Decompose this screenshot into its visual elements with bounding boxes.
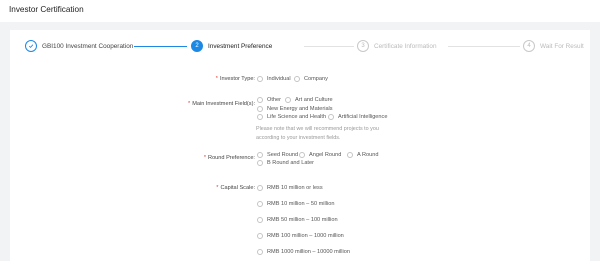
field-life-science[interactable]: Life Science and Health [257, 114, 326, 120]
step-3-number: 3 [357, 40, 369, 52]
radio-icon[interactable] [285, 97, 291, 103]
fields-note: Please note that we will recommend proje… [256, 126, 379, 141]
capital-10m-or-less[interactable]: RMB 10 million or less [257, 185, 323, 191]
radio-icon[interactable] [257, 97, 263, 103]
round-seed[interactable]: Seed Round [257, 152, 298, 158]
radio-icon[interactable] [257, 152, 263, 158]
required-mark: * [215, 76, 218, 82]
step-connector-1 [134, 46, 187, 47]
step-2-number: 2 [191, 40, 203, 52]
round-preference-label: * Round Preference: [203, 155, 255, 161]
radio-icon[interactable] [347, 152, 353, 158]
step-2-label: Investment Preference [208, 42, 273, 50]
required-mark: * [216, 185, 219, 191]
step-1-label: GBI100 Investment Cooperation [42, 42, 134, 50]
step-3: 3 Certificate Information [357, 39, 437, 53]
round-b-later[interactable]: B Round and Later [257, 160, 314, 166]
radio-icon[interactable] [257, 160, 263, 166]
radio-icon[interactable] [257, 217, 263, 223]
investor-type-label: * Investor Type: [215, 76, 255, 82]
radio-icon[interactable] [257, 185, 263, 191]
field-new-energy[interactable]: New Energy and Materials [257, 106, 333, 112]
step-4-label: Wait For Result [540, 42, 584, 50]
required-mark: * [203, 155, 207, 161]
form-card: GBI100 Investment Cooperation 2 Investme… [10, 30, 590, 261]
field-art-culture[interactable]: Art and Culture [285, 97, 333, 103]
capital-scale-label: * Capital Scale: [216, 185, 255, 191]
step-connector-2 [304, 46, 354, 47]
radio-icon[interactable] [257, 106, 263, 112]
field-ai[interactable]: Artificial Intelligence [328, 114, 387, 120]
radio-icon[interactable] [257, 249, 263, 255]
step-3-label: Certificate Information [374, 42, 437, 50]
step-connector-3 [448, 46, 520, 47]
step-2: 2 Investment Preference [191, 39, 272, 53]
capital-50m-100m[interactable]: RMB 50 million – 100 million [257, 217, 338, 223]
page-header: Investor Certification [0, 0, 600, 22]
round-angel[interactable]: Angel Round [299, 152, 341, 158]
step-4-number: 4 [523, 40, 535, 52]
radio-icon[interactable] [328, 114, 334, 120]
radio-icon[interactable] [257, 201, 263, 207]
round-a[interactable]: A Round [347, 152, 378, 158]
radio-icon[interactable] [299, 152, 305, 158]
capital-10m-50m[interactable]: RMB 10 million – 50 million [257, 201, 334, 207]
capital-1000m-10000m[interactable]: RMB 1000 million – 10000 million [257, 249, 350, 255]
investor-type-company[interactable]: Company [294, 76, 328, 82]
radio-icon[interactable] [257, 233, 263, 239]
required-mark: * [188, 101, 191, 107]
progress-steps: GBI100 Investment Cooperation 2 Investme… [10, 30, 590, 64]
field-other[interactable]: Other [257, 97, 281, 103]
radio-icon[interactable] [257, 114, 263, 120]
radio-icon[interactable] [294, 76, 300, 82]
page-title: Investor Certification [9, 5, 84, 14]
investor-type-individual[interactable]: Individual [257, 76, 291, 82]
main-fields-label: * Main Investment Field(s): [188, 101, 255, 107]
check-icon [25, 40, 37, 52]
radio-icon[interactable] [257, 76, 263, 82]
capital-100m-1000m[interactable]: RMB 100 million – 1000 million [257, 233, 344, 239]
step-1: GBI100 Investment Cooperation [25, 39, 133, 53]
step-4: 4 Wait For Result [523, 39, 584, 53]
